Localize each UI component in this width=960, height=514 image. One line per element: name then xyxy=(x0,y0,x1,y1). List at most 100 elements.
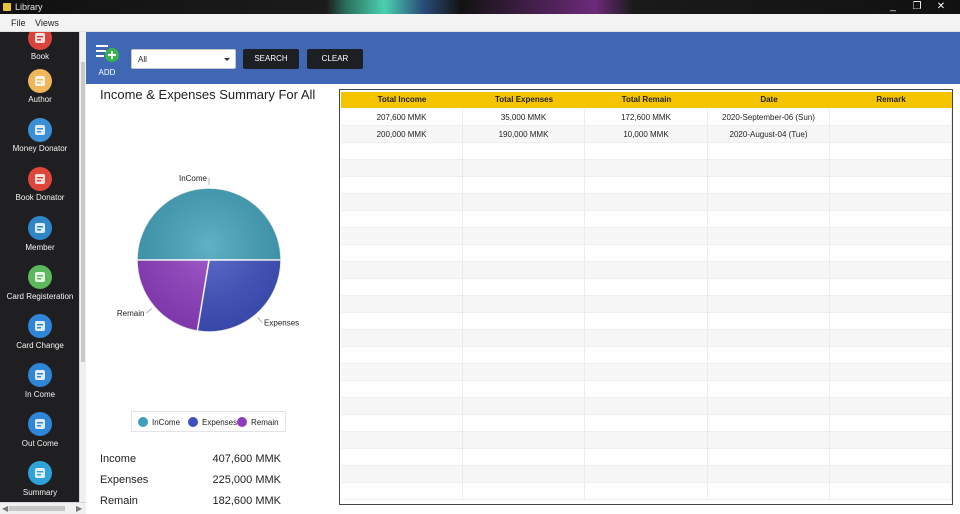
table-cell xyxy=(585,449,708,466)
empty-table-row xyxy=(341,177,952,194)
table-cell xyxy=(830,126,952,143)
card-change-icon[interactable] xyxy=(28,314,52,338)
search-button[interactable]: SEARCH xyxy=(243,49,299,69)
horizontal-scrollbar[interactable]: ◀ ▶ xyxy=(0,502,86,514)
table-cell xyxy=(708,415,830,432)
sidebar-item-book-donator[interactable]: Book Donator xyxy=(0,193,80,202)
add-button[interactable]: ADD xyxy=(92,38,122,78)
table-row[interactable]: 207,600 MMK 35,000 MMK 172,600 MMK 2020-Sep… xyxy=(341,109,952,126)
column-header[interactable]: Date xyxy=(708,92,830,108)
member-icon[interactable] xyxy=(28,216,52,240)
summary-icon[interactable] xyxy=(28,461,52,485)
sidebar-item-card-change[interactable]: Card Change xyxy=(0,341,80,350)
sidebar-item-card-registration[interactable]: Card Registeration xyxy=(0,292,80,301)
sidebar-item-money-donator[interactable]: Money Donator xyxy=(0,144,80,153)
author-icon[interactable] xyxy=(28,69,52,93)
sidebar-item-outcome[interactable]: Out Come xyxy=(0,439,80,448)
empty-table-row xyxy=(341,347,952,364)
table-cell xyxy=(463,296,585,313)
menu-views[interactable]: Views xyxy=(35,18,59,28)
table-cell xyxy=(585,160,708,177)
table-row[interactable]: 200,000 MMK 190,000 MMK 10,000 MMK 2020-Aug… xyxy=(341,126,952,143)
card-registration-icon[interactable] xyxy=(28,265,52,289)
table-cell xyxy=(830,296,952,313)
table-cell xyxy=(585,279,708,296)
maximize-button[interactable]: ❐ xyxy=(906,0,928,14)
money-donator-icon[interactable] xyxy=(28,118,52,142)
table-cell: 207,600 MMK xyxy=(341,109,463,126)
table-cell xyxy=(341,432,463,449)
column-header[interactable]: Total Income xyxy=(341,92,463,108)
table-cell xyxy=(708,364,830,381)
total-income-label: Income xyxy=(100,453,137,465)
table-cell xyxy=(463,466,585,483)
menu-file[interactable]: File xyxy=(11,18,26,28)
table-cell xyxy=(585,347,708,364)
table-cell xyxy=(341,364,463,381)
table-cell xyxy=(830,279,952,296)
minimize-button[interactable]: _ xyxy=(882,0,904,14)
table-cell xyxy=(830,364,952,381)
empty-table-row xyxy=(341,415,952,432)
table-cell xyxy=(341,483,463,500)
sidebar-item-summary[interactable]: Summary xyxy=(0,488,80,497)
pie-label-remain: Remain xyxy=(117,309,145,318)
column-header[interactable]: Total Expenses xyxy=(463,92,585,108)
table-cell xyxy=(585,143,708,160)
filter-select[interactable]: All xyxy=(131,49,236,69)
sidebar-item-member[interactable]: Member xyxy=(0,243,80,252)
table-cell xyxy=(585,466,708,483)
table-cell xyxy=(463,381,585,398)
table-cell: 172,600 MMK xyxy=(585,109,708,126)
pie-leader-line xyxy=(146,308,153,314)
table-cell xyxy=(341,279,463,296)
table-cell xyxy=(708,398,830,415)
empty-table-row xyxy=(341,262,952,279)
summary-table[interactable]: Total Income Total Expenses Total Remain Da… xyxy=(339,89,953,505)
table-cell xyxy=(585,211,708,228)
table-cell xyxy=(463,364,585,381)
sidebar-item-book[interactable]: Book xyxy=(0,52,80,61)
table-cell xyxy=(463,432,585,449)
book-icon[interactable] xyxy=(28,32,52,50)
sidebar-item-author[interactable]: Author xyxy=(0,95,80,104)
table-cell xyxy=(830,194,952,211)
table-cell xyxy=(463,483,585,500)
empty-table-row xyxy=(341,330,952,347)
income-icon[interactable] xyxy=(28,363,52,387)
toolbar: ADD All SEARCH CLEAR xyxy=(86,32,960,84)
outcome-icon[interactable] xyxy=(28,412,52,436)
table-cell xyxy=(341,296,463,313)
table-cell xyxy=(708,177,830,194)
table-cell xyxy=(463,245,585,262)
table-cell xyxy=(708,347,830,364)
close-button[interactable]: ✕ xyxy=(930,0,952,14)
empty-table-row xyxy=(341,313,952,330)
table-cell xyxy=(585,228,708,245)
table-cell xyxy=(830,262,952,279)
table-cell xyxy=(708,160,830,177)
table-cell xyxy=(463,449,585,466)
table-cell xyxy=(708,381,830,398)
empty-table-row xyxy=(341,398,952,415)
sidebar-item-income[interactable]: In Come xyxy=(0,390,80,399)
table-cell xyxy=(463,211,585,228)
column-header[interactable]: Remark xyxy=(830,92,952,108)
clear-button[interactable]: CLEAR xyxy=(307,49,363,69)
table-cell xyxy=(708,279,830,296)
table-cell xyxy=(708,262,830,279)
table-cell: 35,000 MMK xyxy=(463,109,585,126)
table-cell xyxy=(585,296,708,313)
table-cell xyxy=(830,211,952,228)
column-header[interactable]: Total Remain xyxy=(585,92,708,108)
book-donator-icon[interactable] xyxy=(28,167,52,191)
table-cell xyxy=(585,432,708,449)
pie-chart: InCome Expenses Remain xyxy=(117,174,299,333)
table-cell xyxy=(830,381,952,398)
sidebar-scrollbar[interactable] xyxy=(79,32,86,502)
empty-table-row xyxy=(341,279,952,296)
table-cell xyxy=(708,313,830,330)
table-cell xyxy=(708,143,830,160)
table-cell xyxy=(708,211,830,228)
table-cell xyxy=(708,194,830,211)
